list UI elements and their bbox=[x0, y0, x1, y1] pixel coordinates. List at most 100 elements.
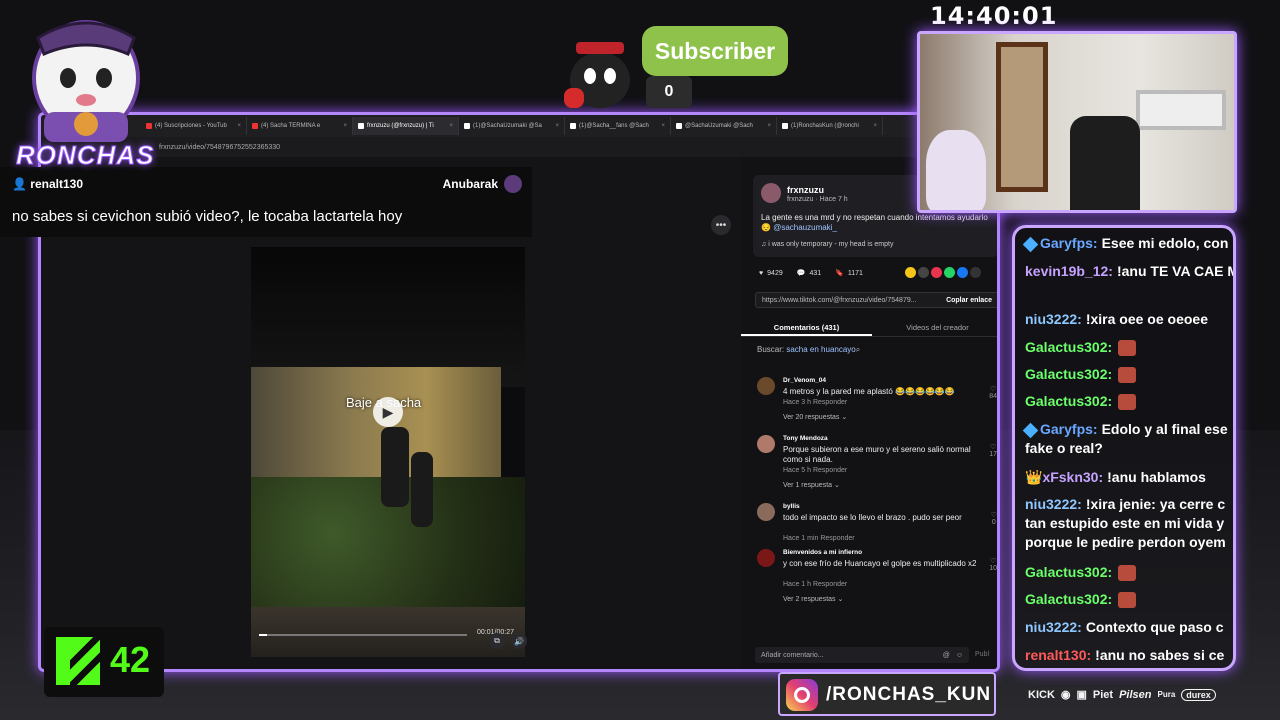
comment-avatar[interactable] bbox=[757, 549, 775, 567]
more-options-button[interactable]: ••• bbox=[711, 215, 731, 235]
video-person-1 bbox=[381, 427, 409, 507]
browser-tab[interactable]: frxnzuzu (@frxnzuzu) | Ti × bbox=[353, 117, 459, 135]
emoji-icon[interactable]: ☺ bbox=[956, 652, 963, 659]
chat-emote-icon bbox=[1118, 340, 1137, 357]
comment-meta[interactable]: Hace 3 h Responder bbox=[783, 399, 847, 406]
chat-username[interactable]: Garyfps: bbox=[1040, 235, 1098, 251]
chat-text: !xira oee oe oeoee bbox=[1085, 311, 1208, 327]
subscriber-mascot-icon bbox=[564, 42, 630, 108]
instagram-icon bbox=[786, 679, 818, 711]
view-replies-link[interactable]: Ver 2 respuestas ⌄ bbox=[783, 595, 843, 603]
chat-emote-icon bbox=[1118, 592, 1137, 609]
post-avatar[interactable] bbox=[761, 183, 781, 203]
mention-icon[interactable]: @ bbox=[943, 652, 950, 659]
comment-button[interactable]: 💬 431 bbox=[796, 269, 821, 278]
comment-username[interactable]: Bienvenidos a mi infierno bbox=[783, 549, 862, 556]
share-more-icon[interactable] bbox=[970, 267, 981, 278]
chat-username[interactable]: niu3222: bbox=[1025, 619, 1082, 635]
copy-link-row: https://www.tiktok.com/@frxnzuzu/video/7… bbox=[755, 292, 997, 308]
sponsor-piet: Piet bbox=[1092, 688, 1114, 701]
copy-link-button[interactable]: Coplar enlace bbox=[946, 297, 997, 304]
comment-like-button[interactable]: ♡ 84 bbox=[989, 385, 997, 400]
tab-close-icon[interactable]: × bbox=[661, 123, 665, 129]
view-replies-link[interactable]: Ver 1 respuesta ⌄ bbox=[783, 481, 840, 489]
chat-username[interactable]: niu3222: bbox=[1025, 311, 1082, 327]
chat-emote-icon bbox=[1118, 394, 1137, 411]
comment-icon: 💬 bbox=[796, 270, 806, 277]
search-suggestion[interactable]: Buscar: sacha en huancayo⌕ bbox=[757, 345, 860, 355]
chat-message: Galactus302: bbox=[1025, 365, 1233, 384]
comment-username[interactable]: Tony Mendoza bbox=[783, 435, 828, 442]
clock: 14:40:01 bbox=[930, 2, 1058, 30]
comment-like-button[interactable]: ♡ 17 bbox=[989, 443, 997, 458]
publish-button[interactable]: Publ bbox=[975, 651, 989, 658]
chat-username[interactable]: Garyfps: bbox=[1040, 421, 1098, 437]
save-button[interactable]: 🔖 1171 bbox=[835, 269, 863, 278]
post-mention[interactable]: @sachauzumaki_ bbox=[773, 223, 837, 232]
comment-like-count: 17 bbox=[989, 451, 997, 458]
tab-close-icon[interactable]: × bbox=[237, 123, 241, 129]
webcam-chair bbox=[1070, 116, 1140, 210]
chat-username[interactable]: Galactus302: bbox=[1025, 591, 1112, 607]
comment-text: Porque subieron a ese muro y el sereno s… bbox=[783, 445, 971, 464]
chat-username[interactable]: Galactus302: bbox=[1025, 339, 1112, 355]
comment-meta[interactable]: Hace 5 h Responder bbox=[783, 467, 847, 474]
browser-tab[interactable]: (4) Sacha TERMINA e × bbox=[247, 117, 353, 135]
chat-username[interactable]: Galactus302: bbox=[1025, 366, 1112, 382]
stream-overlay: (4) Suscripciones - YouTub × (4) Sacha TER… bbox=[0, 0, 1280, 720]
add-comment-input[interactable]: Añadir comentario... @ ☺ bbox=[755, 647, 969, 663]
comment-avatar[interactable] bbox=[757, 377, 775, 395]
post-stats: ♥ 9429 💬 431 🔖 1171 bbox=[759, 269, 863, 278]
share-friends-icon[interactable] bbox=[905, 267, 916, 278]
post-music[interactable]: ♫ i was only temporary - my head is empt… bbox=[761, 241, 893, 248]
tab-close-icon[interactable]: × bbox=[449, 123, 453, 129]
play-icon[interactable]: ▶ bbox=[373, 397, 403, 427]
chat-username[interactable]: xFskn30: bbox=[1042, 469, 1103, 485]
volume-icon[interactable]: 🔊 bbox=[511, 633, 527, 649]
webcam-mirror bbox=[1136, 90, 1226, 130]
share-facebook-icon[interactable] bbox=[957, 267, 968, 278]
tab-creator-videos[interactable]: Videos del creador bbox=[872, 317, 997, 336]
share-whatsapp-icon[interactable] bbox=[944, 267, 955, 278]
comment-meta[interactable]: Hace 1 h Responder bbox=[783, 581, 847, 588]
tab-label: @SachaUzumaki @Sach bbox=[685, 123, 753, 129]
tab-close-icon[interactable]: × bbox=[767, 123, 771, 129]
picture-in-picture-icon[interactable]: ⧉ bbox=[489, 633, 505, 649]
view-replies-link[interactable]: Ver 20 respuestas ⌄ bbox=[783, 413, 847, 421]
comment-like-button[interactable]: ♡ 0 bbox=[991, 511, 997, 526]
video-progress-bar[interactable] bbox=[259, 634, 467, 636]
comment-avatar[interactable] bbox=[757, 435, 775, 453]
post-username[interactable]: frxnzuzu bbox=[787, 185, 824, 195]
webcam-plush bbox=[926, 130, 986, 210]
chat-username[interactable]: kevin19b_12: bbox=[1025, 263, 1113, 279]
tab-comments[interactable]: Comentarios (431) bbox=[741, 317, 872, 336]
share-send-icon[interactable] bbox=[931, 267, 942, 278]
comment-username[interactable]: Dr_Venom_04 bbox=[783, 377, 826, 384]
tab-close-icon[interactable]: × bbox=[873, 123, 877, 129]
kick-viewer-counter: 42 bbox=[44, 627, 164, 697]
tab-label: (1)@Sacha__fans @Sach bbox=[579, 123, 649, 129]
chat-username[interactable]: Galactus302: bbox=[1025, 564, 1112, 580]
like-button[interactable]: ♥ 9429 bbox=[759, 270, 783, 277]
comment-username[interactable]: byllis bbox=[783, 503, 800, 510]
comment-like-button[interactable]: ♡ 10 bbox=[989, 557, 997, 572]
browser-tab[interactable]: (1)@SachaUzumaki @Sa × bbox=[459, 117, 565, 135]
tiktok-video[interactable]: Baje a sacha ▶ 00:01/00:27 bbox=[251, 247, 525, 657]
chat-username[interactable]: niu3222: bbox=[1025, 496, 1082, 512]
video-sky bbox=[251, 247, 525, 387]
comment-avatar[interactable] bbox=[757, 503, 775, 521]
share-embed-icon[interactable] bbox=[918, 267, 929, 278]
sponsor-kick: KICK bbox=[1028, 688, 1055, 701]
comment-meta[interactable]: Hace 1 min Responder bbox=[783, 535, 855, 542]
chat-username[interactable]: Galactus302: bbox=[1025, 393, 1112, 409]
browser-tab[interactable]: (1)@Sacha__fans @Sach × bbox=[565, 117, 671, 135]
browser-tab[interactable]: (1)RonchasKun (@ronchi × bbox=[777, 117, 883, 135]
comment-like-count: 84 bbox=[989, 393, 997, 400]
address-bar[interactable]: frxnzuzu/video/7548796752552365330 bbox=[41, 137, 997, 157]
add-comment-placeholder: Añadir comentario... bbox=[761, 651, 824, 659]
tab-close-icon[interactable]: × bbox=[343, 123, 347, 129]
search-icon: ⌕ bbox=[855, 345, 861, 354]
browser-tab[interactable]: @SachaUzumaki @Sach × bbox=[671, 117, 777, 135]
tab-close-icon[interactable]: × bbox=[555, 123, 559, 129]
chat-username[interactable]: renalt130: bbox=[1025, 647, 1091, 663]
